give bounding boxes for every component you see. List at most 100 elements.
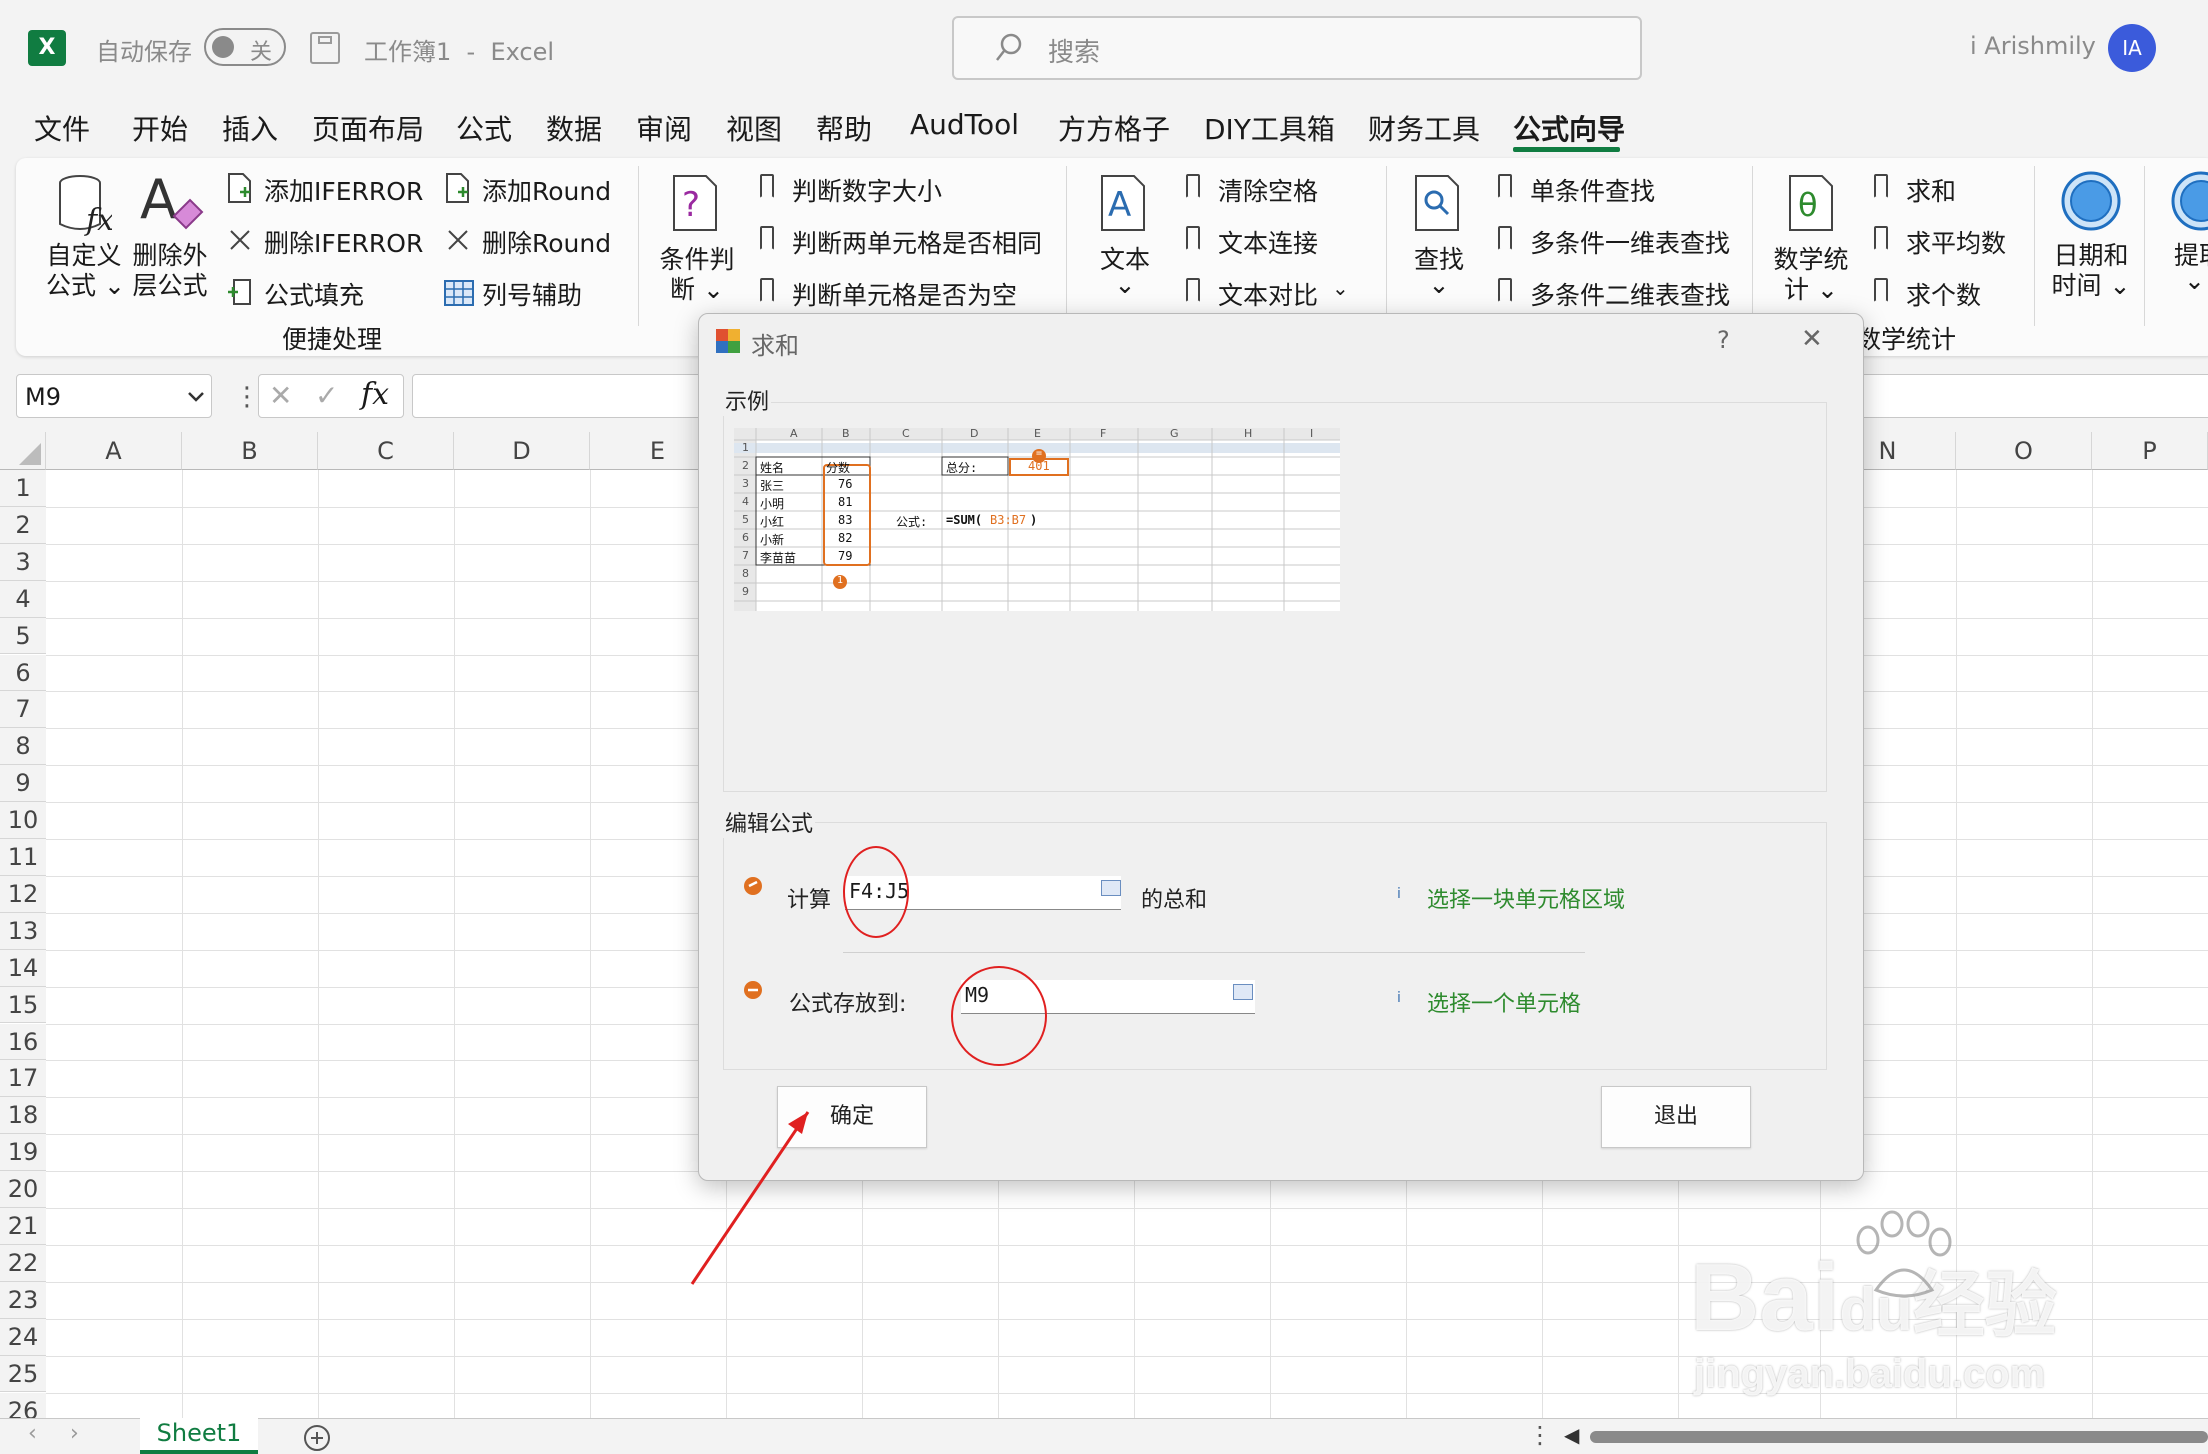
tab-home[interactable]: 开始 — [132, 108, 188, 148]
bookmark-icon — [1872, 226, 1890, 254]
store-hint-link[interactable]: 选择一个单元格 — [1427, 986, 1581, 1018]
insert-function-icon[interactable]: fx — [361, 377, 389, 412]
svg-text:A: A — [140, 172, 177, 231]
condition-label-2: 断 ⌄ — [670, 275, 724, 304]
row-header[interactable]: 24 — [0, 1318, 46, 1356]
bookmark-icon — [1184, 226, 1202, 254]
tab-audtool[interactable]: AudTool — [910, 108, 1019, 141]
tab-formula-wizard[interactable]: 公式向导 — [1513, 108, 1625, 148]
example-formula-suffix: ) — [1030, 513, 1038, 527]
range-picker-icon[interactable] — [1101, 880, 1121, 896]
row-header[interactable]: 13 — [0, 912, 46, 950]
tab-page-layout[interactable]: 页面布局 — [312, 108, 424, 148]
datetime-button[interactable]: 日期和 时间 ⌄ — [2050, 170, 2132, 300]
dialog-title: 求和 — [751, 332, 799, 360]
row-header[interactable]: 14 — [0, 949, 46, 987]
row-header[interactable]: 25 — [0, 1355, 46, 1393]
horizontal-scrollbar[interactable] — [1590, 1431, 2208, 1443]
name-box[interactable]: M9 — [16, 374, 212, 418]
close-button[interactable]: ✕ — [1801, 324, 1823, 354]
extract-button[interactable]: 提取 ⌄ — [2160, 170, 2208, 300]
bookmark-icon — [1872, 278, 1890, 306]
example-col-f: F — [1100, 427, 1107, 440]
row-header[interactable]: 12 — [0, 875, 46, 913]
row-header[interactable]: 4 — [0, 580, 46, 618]
tab-review[interactable]: 审阅 — [636, 108, 692, 148]
column-header-d[interactable]: D — [454, 432, 590, 470]
row-header[interactable]: 23 — [0, 1281, 46, 1319]
column-header-b[interactable]: B — [182, 432, 318, 470]
scroll-left-icon[interactable]: ◀ — [1564, 1423, 1579, 1447]
example-col-g: G — [1170, 427, 1179, 440]
bookmark-icon — [1184, 174, 1202, 202]
tab-view[interactable]: 视图 — [726, 108, 782, 148]
row-header[interactable]: 3 — [0, 543, 46, 581]
more-dots-icon[interactable]: ⋮ — [1528, 1421, 1552, 1449]
annotation-circle — [951, 966, 1047, 1066]
row-header[interactable]: 21 — [0, 1208, 46, 1245]
chevron-down-icon[interactable] — [187, 391, 205, 403]
example-name: 小明 — [760, 497, 785, 511]
example-formula-range: B3:B7 — [990, 513, 1027, 527]
cell-picker-icon[interactable] — [1233, 984, 1253, 1000]
custom-formula-button[interactable]: fx 自定义 公式 ⌄ — [44, 170, 125, 300]
judge-empty-label: 判断单元格是否为空 — [792, 281, 1018, 310]
row-header[interactable]: 1 — [0, 470, 46, 507]
add-doc-icon — [228, 173, 251, 203]
row-header[interactable]: 10 — [0, 802, 46, 839]
chevron-down-icon[interactable]: ⌄ — [1332, 276, 1349, 300]
column-header-o[interactable]: O — [1956, 432, 2092, 470]
cancel-icon[interactable]: ✕ — [269, 379, 292, 412]
tab-data[interactable]: 数据 — [546, 108, 602, 148]
row-header[interactable]: 2 — [0, 506, 46, 544]
step-1-icon — [744, 877, 762, 895]
lookup-button[interactable]: 查找 ⌄ — [1404, 170, 1474, 300]
help-button[interactable]: ? — [1717, 326, 1730, 354]
delete-outer-formula-button[interactable]: A 删除外 层公式 — [130, 170, 210, 300]
column-header-a[interactable]: A — [46, 432, 182, 470]
example-col-b: B — [842, 427, 850, 440]
add-sheet-icon[interactable] — [302, 1423, 332, 1453]
row-header[interactable]: 22 — [0, 1244, 46, 1282]
column-header-c[interactable]: C — [318, 432, 454, 470]
tab-finance-tools[interactable]: 财务工具 — [1368, 108, 1480, 148]
tab-insert[interactable]: 插入 — [222, 108, 278, 148]
row-header[interactable]: 6 — [0, 654, 46, 692]
calc-hint-link[interactable]: 选择一块单元格区域 — [1427, 882, 1625, 914]
select-all-corner[interactable] — [0, 432, 46, 470]
tab-fangfang[interactable]: 方方格子 — [1058, 108, 1170, 148]
confirm-icon[interactable]: ✓ — [315, 379, 338, 412]
tab-help[interactable]: 帮助 — [816, 108, 872, 148]
math-stats-button[interactable]: θ 数学统 计 ⌄ — [1770, 170, 1852, 304]
tab-file[interactable]: 文件 — [34, 108, 90, 148]
row-header[interactable]: 16 — [0, 1023, 46, 1061]
autosave-toggle[interactable]: 关 — [204, 28, 286, 66]
condition-button[interactable]: ? 条件判 断 ⌄ — [656, 170, 738, 304]
eraser-text-icon: A — [140, 172, 204, 231]
row-header[interactable]: 15 — [0, 986, 46, 1024]
row-header[interactable]: 18 — [0, 1097, 46, 1135]
prev-sheet-icon[interactable]: ‹ — [28, 1421, 37, 1446]
more-dots-icon[interactable]: ⋮ — [234, 382, 260, 412]
row-header[interactable]: 11 — [0, 839, 46, 876]
column-header-p[interactable]: P — [2092, 432, 2208, 470]
row-header[interactable]: 19 — [0, 1134, 46, 1172]
tab-diy-toolbox[interactable]: DIY工具箱 — [1204, 108, 1335, 148]
group-quick-label: 便捷处理 — [282, 325, 383, 354]
text-button[interactable]: A 文本 ⌄ — [1090, 170, 1160, 300]
sheet-tab-sheet1[interactable]: Sheet1 — [140, 1418, 258, 1454]
save-icon[interactable] — [310, 32, 340, 64]
grid-column-line — [182, 470, 183, 1422]
search-box[interactable]: 搜索 — [952, 16, 1642, 80]
row-header[interactable]: 7 — [0, 691, 46, 729]
tab-formulas[interactable]: 公式 — [456, 108, 512, 148]
row-header[interactable]: 17 — [0, 1060, 46, 1098]
avatar[interactable]: IA — [2108, 24, 2156, 72]
row-header[interactable]: 5 — [0, 617, 46, 655]
row-header[interactable]: 9 — [0, 765, 46, 803]
next-sheet-icon[interactable]: › — [70, 1421, 79, 1446]
row-header[interactable]: 20 — [0, 1171, 46, 1208]
fill-icon — [228, 279, 251, 305]
exit-button[interactable]: 退出 — [1601, 1086, 1751, 1148]
row-header[interactable]: 8 — [0, 728, 46, 766]
